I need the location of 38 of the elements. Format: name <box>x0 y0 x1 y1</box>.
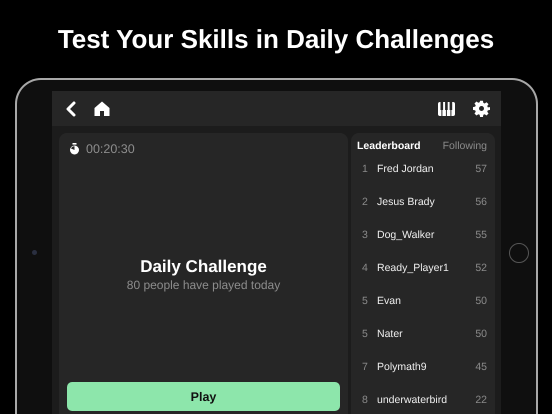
rank-number: 3 <box>361 228 369 240</box>
home-button-ring-icon <box>508 242 528 262</box>
player-name: underwaterbird <box>377 394 448 406</box>
rank-number: 5 <box>361 294 369 306</box>
player-name: Fred Jordan <box>377 162 435 174</box>
player-name: Evan <box>377 294 402 306</box>
rank-number: 8 <box>361 394 369 406</box>
play-button[interactable]: Play <box>67 382 340 411</box>
player-score: 52 <box>475 262 487 274</box>
player-name: Polymath9 <box>377 360 428 372</box>
player-score: 55 <box>475 228 487 240</box>
player-score: 56 <box>475 196 487 208</box>
rank-number: 2 <box>361 196 369 208</box>
camera-icon <box>32 250 37 255</box>
player-name: Ready_Player1 <box>377 262 450 274</box>
rank-number: 5 <box>361 328 369 340</box>
stopwatch-icon <box>69 143 80 155</box>
piano-keys-icon[interactable] <box>438 102 455 116</box>
player-score: 57 <box>475 162 487 174</box>
settings-icon[interactable] <box>473 100 490 117</box>
player-score: 45 <box>475 360 487 372</box>
player-score: 50 <box>475 328 487 340</box>
player-score: 22 <box>475 394 487 406</box>
player-name: Dog_Walker <box>377 228 436 240</box>
challenge-title: Daily Challenge <box>140 256 267 276</box>
leaderboard-tab[interactable]: Leaderboard <box>357 140 421 152</box>
rank-number: 1 <box>361 162 369 174</box>
home-icon[interactable] <box>94 101 110 116</box>
player-score: 50 <box>475 294 487 306</box>
player-name: Nater <box>377 328 404 340</box>
player-name: Jesus Brady <box>377 196 436 208</box>
leaderboard-tab[interactable]: Following <box>442 140 487 152</box>
players-count-text: 80 people have played today <box>126 278 280 292</box>
back-icon[interactable] <box>65 100 76 116</box>
headline: Test Your Skills in Daily Challenges <box>58 24 494 54</box>
timer-text: 00:20:30 <box>86 142 135 156</box>
rank-number: 7 <box>361 360 369 372</box>
rank-number: 4 <box>361 262 369 274</box>
